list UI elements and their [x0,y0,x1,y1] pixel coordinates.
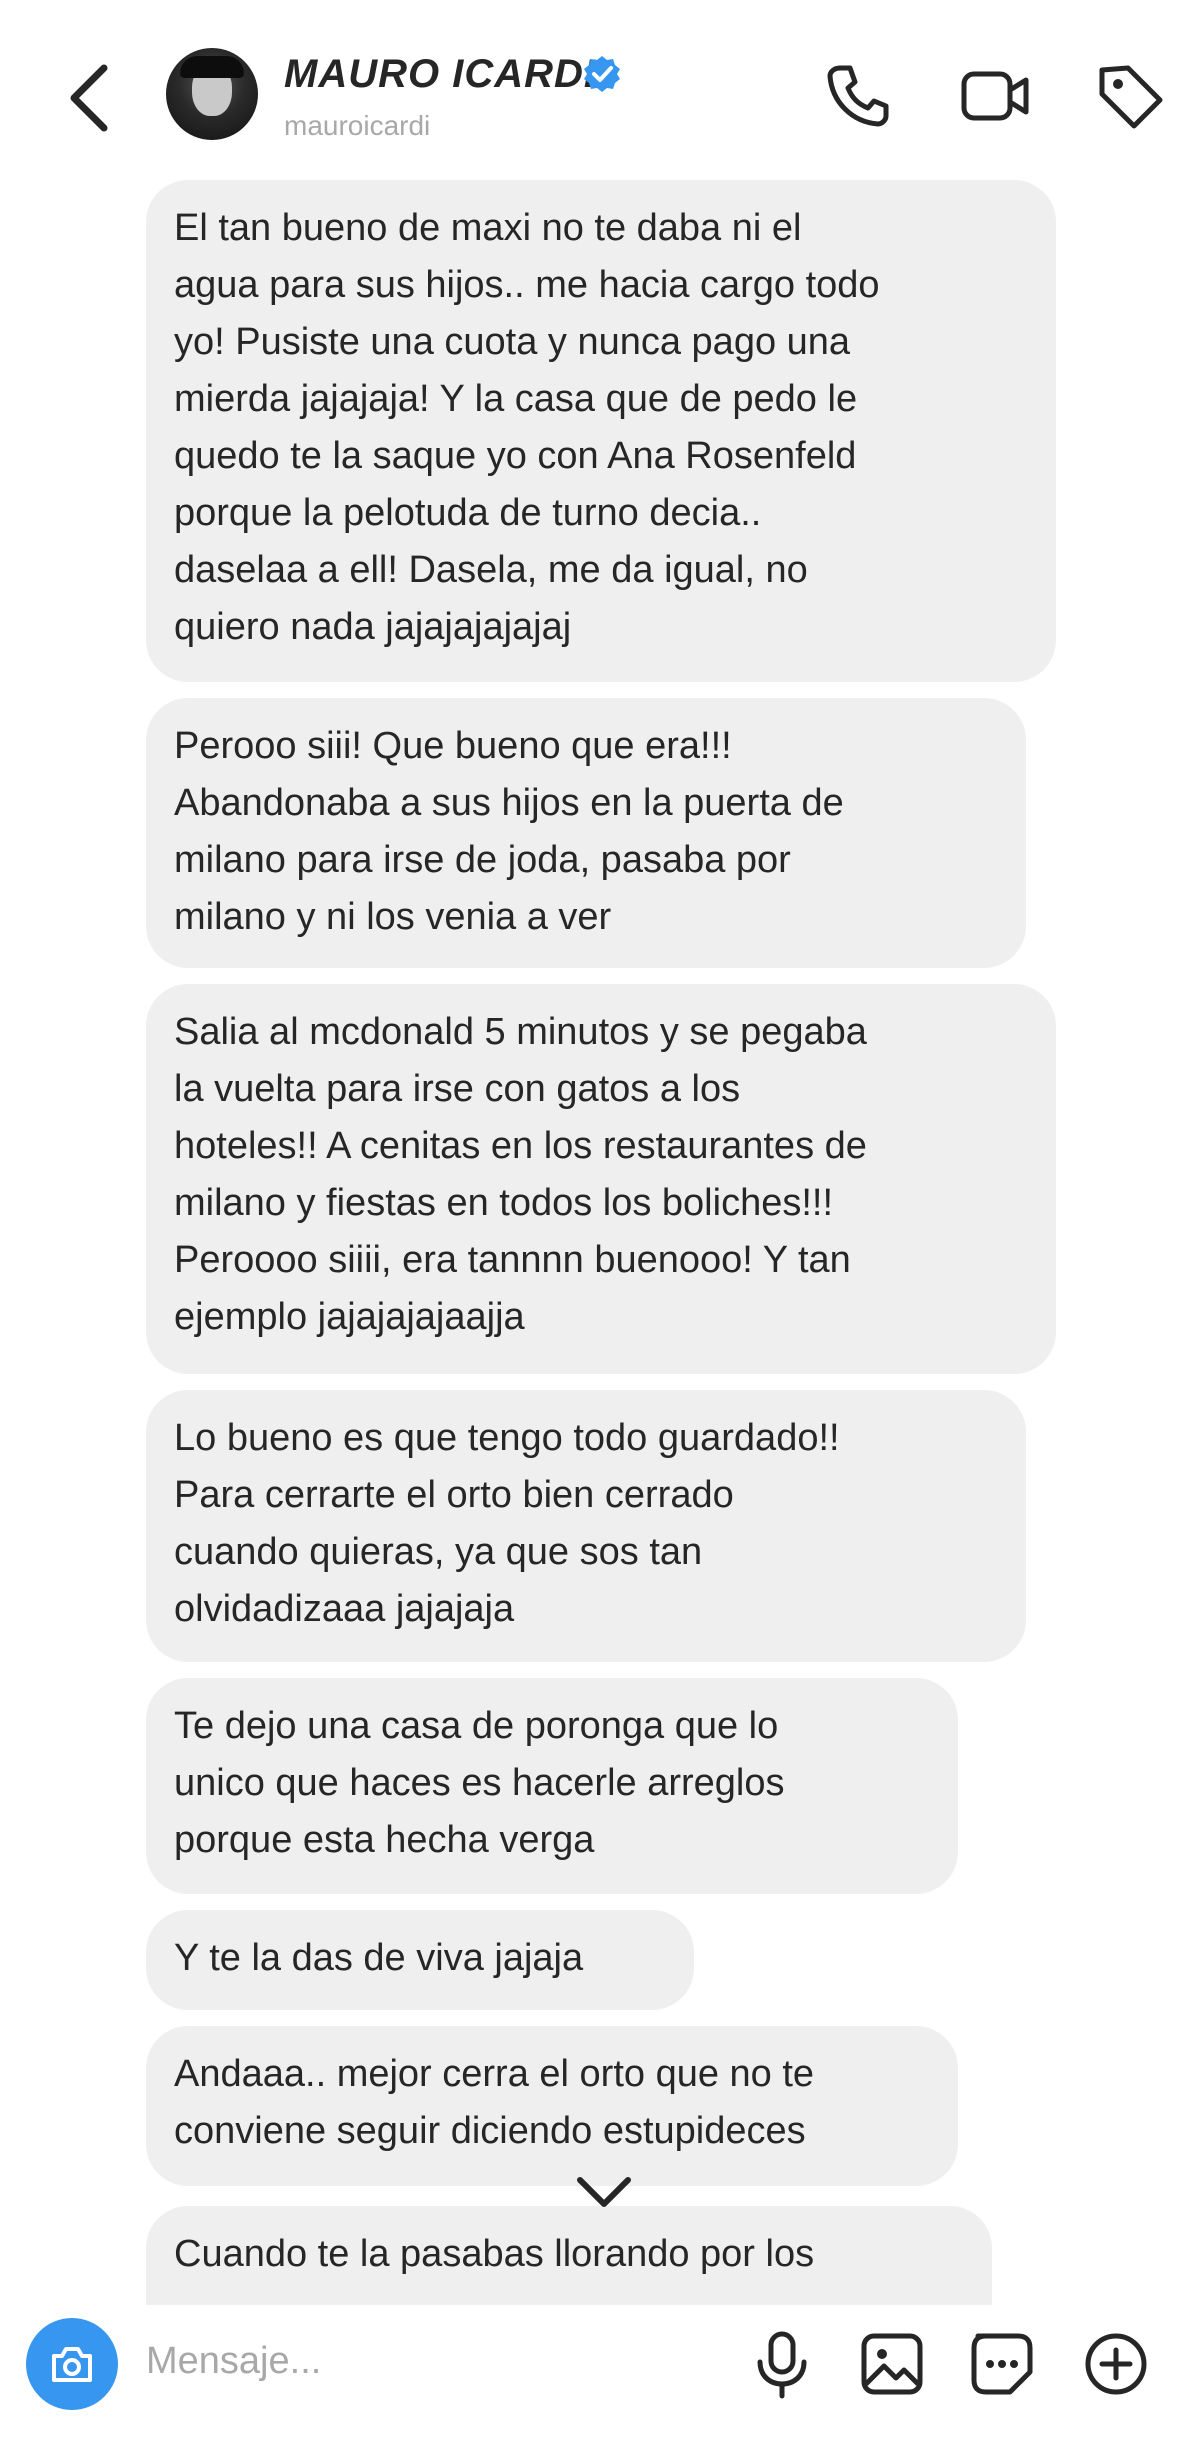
message-text: Y te la das de viva jajaja [174,1937,584,1979]
verified-badge-icon [584,56,620,92]
message-text: Perooo siii! Que bueno que era!!! Abando… [174,725,844,938]
tag-icon[interactable] [1092,58,1168,134]
message-text: Te dejo una casa de poronga que lo unico… [174,1705,785,1861]
message-input[interactable]: Mensaje... [146,2340,321,2383]
microphone-icon[interactable] [746,2328,818,2400]
message-text: El tan bueno de maxi no te daba ni el ag… [174,207,880,648]
message-bubble[interactable]: Perooo siii! Que bueno que era!!! Abando… [146,698,1026,968]
video-call-icon[interactable] [958,58,1034,134]
back-arrow-icon[interactable] [62,58,122,138]
gallery-icon[interactable] [856,2328,928,2400]
message-text: Salia al mcdonald 5 minutos y se pegaba … [174,1011,867,1338]
message-bubble[interactable]: Andaaa.. mejor cerra el orto que no te c… [146,2026,958,2186]
message-text: Cuando te la pasabas llorando por los [174,2233,815,2275]
phone-icon[interactable] [820,58,896,134]
plus-icon[interactable] [1080,2328,1152,2400]
chevron-down-icon[interactable] [572,2168,636,2216]
message-bubble[interactable]: Salia al mcdonald 5 minutos y se pegaba … [146,984,1056,1374]
sticker-icon[interactable] [966,2328,1038,2400]
contact-handle: mauroicardi [284,110,431,141]
avatar-cap [180,56,244,78]
message-bubble[interactable]: El tan bueno de maxi no te daba ni el ag… [146,180,1056,682]
message-bubble[interactable]: Te dejo una casa de poronga que lo unico… [146,1678,958,1894]
camera-icon [52,2347,92,2382]
camera-button[interactable] [26,2318,118,2410]
message-text: Andaaa.. mejor cerra el orto que no te c… [174,2053,815,2152]
message-bubble[interactable]: Lo bueno es que tengo todo guardado!! Pa… [146,1390,1026,1662]
avatar[interactable] [166,48,258,140]
message-bubble[interactable]: Y te la das de viva jajaja [146,1910,694,2010]
message-bubble[interactable]: Cuando te la pasabas llorando por los [146,2206,992,2316]
message-text: Lo bueno es que tengo todo guardado!! Pa… [174,1417,840,1630]
contact-name[interactable]: MAURO ICARDI [284,52,596,97]
